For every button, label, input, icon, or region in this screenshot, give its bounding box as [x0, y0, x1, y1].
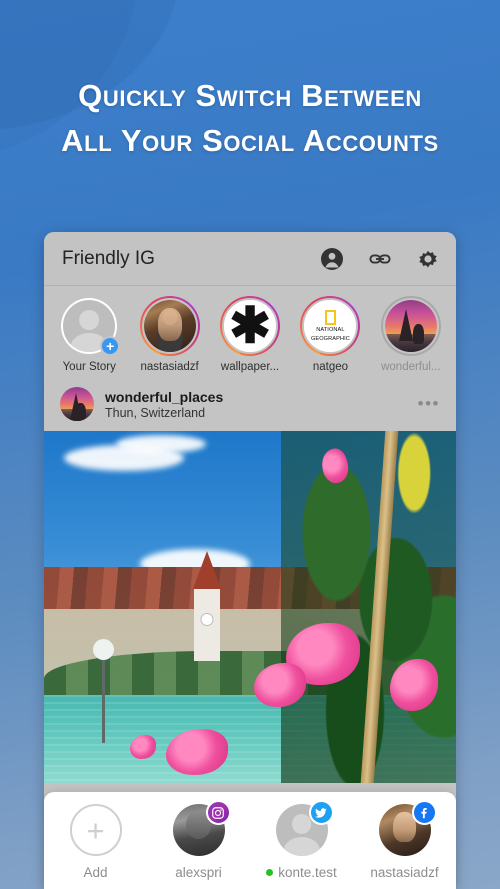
- story-label: natgeo: [312, 361, 349, 373]
- story-label: wonderful...: [381, 361, 441, 373]
- post-location[interactable]: Thun, Switzerland: [105, 406, 418, 420]
- post-options-icon[interactable]: •••: [418, 394, 440, 414]
- facebook-badge-icon: [411, 800, 437, 825]
- account-label: Add: [83, 865, 107, 880]
- paris-sunset-avatar-image: [60, 387, 94, 421]
- account-label: konte.test: [266, 865, 337, 880]
- story-avatar: ✱: [222, 298, 279, 354]
- account-item-nastasiadzf[interactable]: nastasiadzf: [357, 800, 453, 880]
- natgeo-logo-icon: NATIONAL GEOGRAPHIC: [304, 300, 357, 352]
- account-switcher-bar[interactable]: + Add alexspri konte.test nastasiadzf: [44, 792, 456, 889]
- story-ring: [139, 296, 200, 356]
- post-username[interactable]: wonderful_places: [105, 389, 418, 405]
- account-item-alexspri[interactable]: alexspri: [151, 800, 247, 880]
- account-label-text: nastasiadzf: [370, 865, 439, 880]
- post-meta: wonderful_places Thun, Switzerland: [105, 389, 418, 420]
- twitter-badge-icon: [308, 800, 334, 825]
- story-label: nastasiadzf: [140, 361, 199, 373]
- story-ring: NATIONAL GEOGRAPHIC: [300, 296, 361, 356]
- app-screenshot-card: Friendly IG + Your Story nastasiadzf ✱ w…: [44, 232, 456, 889]
- asterisk-icon: ✱: [224, 300, 277, 352]
- cloud: [116, 435, 206, 453]
- story-item-nastasiadzf[interactable]: nastasiadzf: [130, 296, 208, 373]
- post-header: wonderful_places Thun, Switzerland •••: [44, 379, 456, 431]
- stories-tray[interactable]: + Your Story nastasiadzf ✱ wallpaper...: [44, 286, 456, 379]
- header-icon-group: [320, 247, 440, 271]
- post-author-avatar[interactable]: [60, 387, 94, 421]
- natgeo-rectangle: [324, 310, 336, 326]
- account-label: alexspri: [175, 865, 222, 880]
- photo-street-lamp: [93, 639, 114, 743]
- story-item-natgeo[interactable]: NATIONAL GEOGRAPHIC natgeo: [291, 296, 369, 373]
- story-label: wallpaper...: [220, 361, 280, 373]
- account-avatar[interactable]: [172, 800, 231, 856]
- add-account-icon[interactable]: +: [69, 804, 122, 856]
- story-ring: [380, 296, 441, 356]
- active-account-dot: [266, 869, 274, 876]
- account-item-konte-test[interactable]: konte.test: [254, 800, 350, 880]
- promo-headline: Quickly Switch Between All Your Social A…: [61, 78, 439, 158]
- story-ring: ✱: [220, 296, 281, 356]
- story-avatar: [141, 298, 198, 354]
- natgeo-line-1: NATIONAL: [316, 327, 345, 334]
- photo-church-tower: [194, 587, 220, 661]
- story-ring: +: [59, 296, 121, 356]
- account-label-text: Add: [83, 865, 108, 880]
- account-avatar[interactable]: [378, 800, 437, 856]
- account-label: nastasiadzf: [370, 865, 438, 880]
- app-title: Friendly IG: [62, 247, 155, 269]
- add-story-badge-icon[interactable]: +: [100, 336, 121, 356]
- portrait-avatar-image: [143, 300, 196, 352]
- account-avatar[interactable]: [275, 800, 334, 856]
- gear-icon[interactable]: [416, 247, 440, 271]
- story-label: Your Story: [62, 361, 116, 373]
- account-item-add[interactable]: + Add: [48, 804, 144, 880]
- account-icon[interactable]: [320, 247, 344, 271]
- story-avatar: NATIONAL GEOGRAPHIC: [302, 298, 359, 354]
- account-label-text: konte.test: [278, 865, 337, 880]
- natgeo-line-2: GEOGRAPHIC: [310, 335, 350, 342]
- paris-sunset-avatar-image: [384, 300, 437, 352]
- instagram-badge-icon: [205, 800, 231, 825]
- story-item-wallpaper[interactable]: ✱ wallpaper...: [211, 296, 289, 373]
- app-header: Friendly IG: [44, 232, 456, 286]
- story-item-your-story[interactable]: + Your Story: [50, 296, 128, 373]
- link-icon[interactable]: [368, 247, 392, 271]
- story-item-wonderful-places[interactable]: wonderful...: [372, 296, 450, 373]
- story-avatar: [382, 298, 439, 354]
- post-photo[interactable]: [44, 431, 456, 783]
- account-label-text: alexspri: [175, 865, 222, 880]
